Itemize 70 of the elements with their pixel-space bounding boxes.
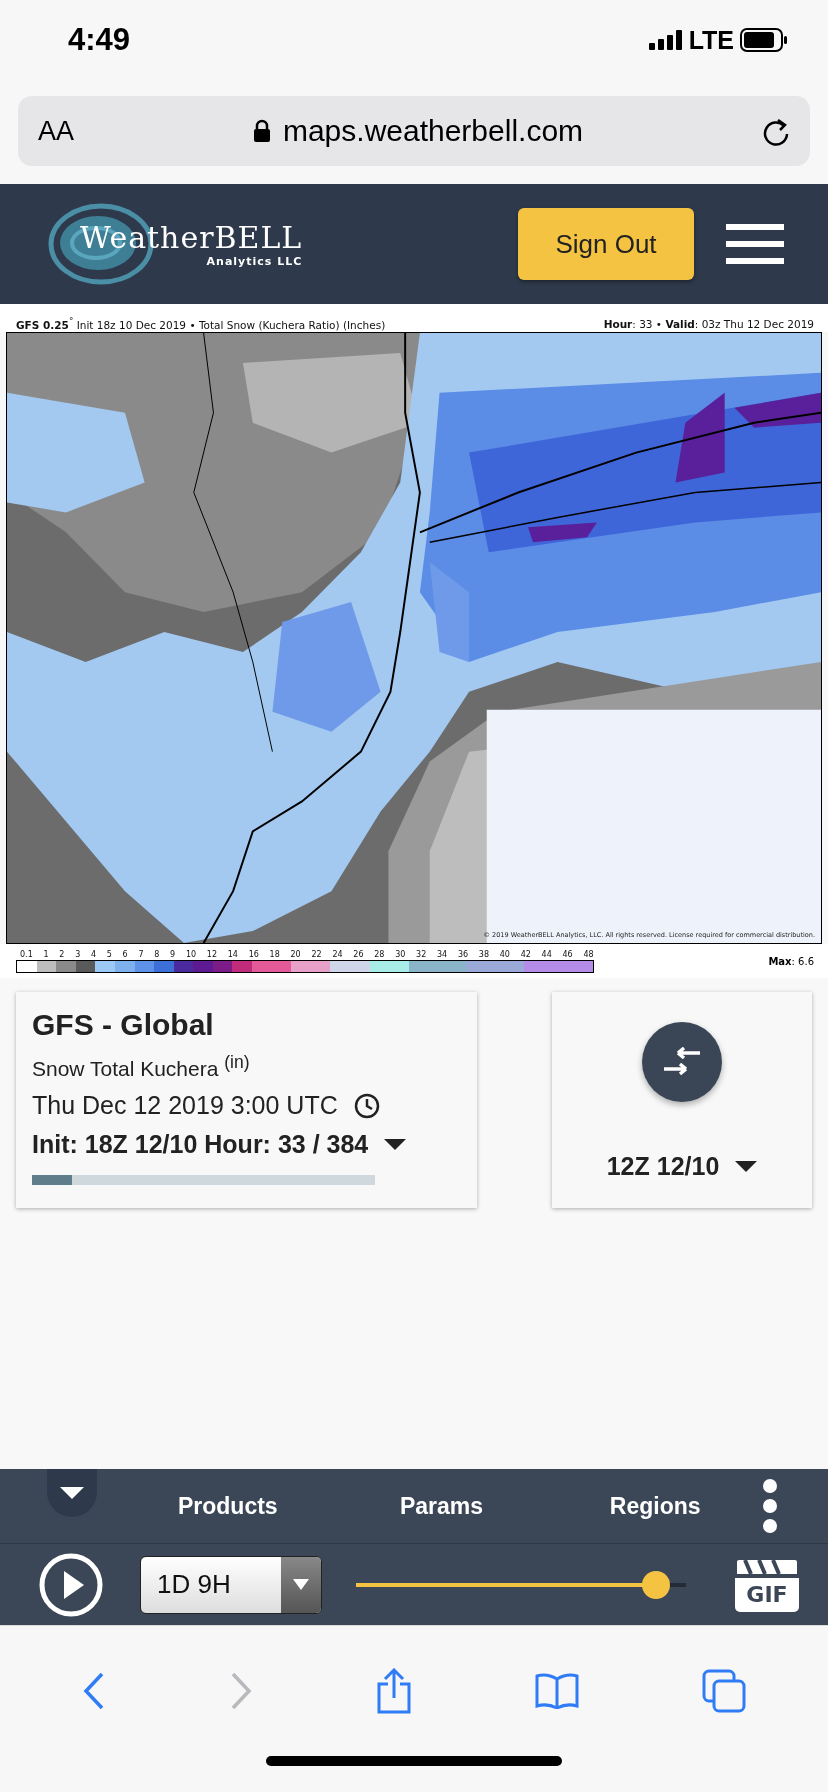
legend-tick-label: 38	[478, 949, 489, 959]
bookmarks-icon[interactable]	[535, 1673, 580, 1709]
battery-icon	[740, 28, 788, 52]
network-label: LTE	[688, 25, 734, 55]
sign-out-button[interactable]: Sign Out	[518, 208, 694, 280]
legend-tick-label: 7	[138, 949, 144, 959]
logo-subtitle: Analytics LLC	[206, 255, 303, 268]
more-options-icon[interactable]	[762, 1478, 778, 1534]
legend-tick-label: 32	[416, 949, 427, 959]
model-title: GFS - Global	[32, 1008, 215, 1042]
map-valid-time: Hour: 33 • Valid: 03z Thu 12 Dec 2019	[603, 318, 814, 330]
legend-tick-label: 24	[332, 949, 343, 959]
legend-tick-label: 9	[170, 949, 176, 959]
legend-tick-label: 44	[541, 949, 552, 959]
map-title: GFS 0.25$^{°}$ Init 18z 10 Dec 2019 • Total Snow (Kuchera Ratio) (Inches)	[16, 315, 386, 330]
speed-dropdown[interactable]: 1D 9H	[140, 1555, 322, 1614]
legend-tick-label: 42	[520, 949, 531, 959]
text-size-button[interactable]: AA	[38, 115, 75, 147]
url-text: maps.weatherbell.com	[282, 114, 584, 148]
legend-tick-label: 12	[206, 949, 218, 959]
compare-button[interactable]	[642, 1022, 722, 1102]
slider-thumb[interactable]	[642, 1570, 671, 1599]
lock-icon	[252, 119, 271, 143]
caret-icon[interactable]	[60, 1486, 84, 1500]
valid-time: Thu Dec 12 2019 3:00 UTC	[32, 1091, 338, 1120]
legend-tick-label: 8	[154, 949, 160, 959]
swap-arrows-icon	[662, 1047, 702, 1077]
share-icon[interactable]	[375, 1668, 412, 1714]
status-time: 4:49	[68, 22, 131, 58]
reload-icon[interactable]	[762, 116, 790, 146]
legend-tick-label: 3	[75, 949, 81, 959]
legend-tick-label: 16	[248, 949, 259, 959]
logo-text: WeatherBELL	[80, 220, 303, 255]
legend-tick-label: 1	[43, 949, 49, 959]
legend-tick-label: 10	[185, 949, 197, 959]
play-button-icon[interactable]	[38, 1551, 104, 1618]
max-value: Max: 6.6	[768, 955, 814, 967]
menu-item[interactable]: Regions	[548, 1492, 762, 1520]
legend-tick-label: 20	[290, 949, 301, 959]
run-selector[interactable]: Init: 18Z 12/10 Hour: 33 / 384	[32, 1130, 369, 1159]
legend-tick-label: 30	[395, 949, 406, 959]
compare-run-selector[interactable]: 12Z 12/10	[606, 1152, 720, 1181]
caret-icon[interactable]	[735, 1160, 758, 1173]
legend-tick-label: 14	[227, 949, 238, 959]
legend-tick-label: 48	[583, 949, 594, 959]
legend-tick-label: 5	[106, 949, 112, 959]
legend-tick-label: 46	[562, 949, 573, 959]
legend-tick-label: 22	[311, 949, 322, 959]
address-bar[interactable]: AA maps.weatherbell.com	[18, 96, 810, 166]
legend-tick-label: 6	[122, 949, 128, 959]
legend-tick-label: 34	[437, 949, 448, 959]
legend-tick-label: 28	[374, 949, 385, 959]
legend-tick-label: 26	[353, 949, 364, 959]
legend-tick-label: 0.1	[20, 949, 33, 959]
legend-tick-label: 40	[499, 949, 510, 959]
signal-icon	[648, 30, 683, 50]
collapse-tab[interactable]	[47, 1469, 97, 1517]
legend-tick-label: 36	[457, 949, 469, 959]
menu-item[interactable]: Params	[334, 1492, 549, 1520]
parameter-label: Snow Total Kuchera $^{(in)}$	[32, 1052, 251, 1081]
menu-item[interactable]: Products	[121, 1492, 335, 1520]
caret-icon[interactable]	[384, 1138, 407, 1151]
menu-icon[interactable]	[726, 224, 784, 264]
back-icon[interactable]	[81, 1671, 106, 1711]
caret-icon	[293, 1578, 309, 1591]
legend-tick-label: 4	[90, 949, 97, 959]
clock-icon	[353, 1092, 380, 1119]
legend-tick-label: 2	[59, 949, 65, 959]
legend-tick-label: 18	[269, 949, 280, 959]
tabs-icon[interactable]	[702, 1669, 747, 1713]
